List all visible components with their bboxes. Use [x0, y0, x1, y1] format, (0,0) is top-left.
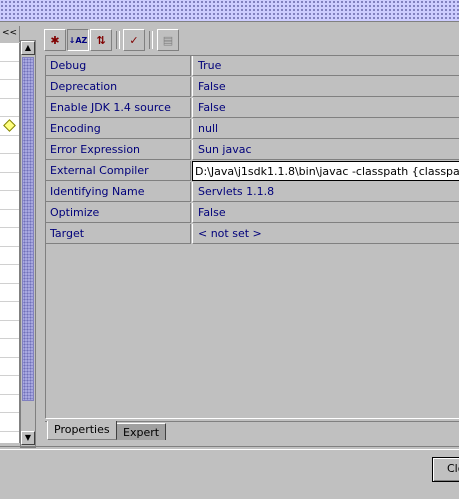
tab-expert[interactable]: Expert — [117, 423, 167, 440]
tree-row[interactable] — [0, 80, 19, 99]
customize-button[interactable]: ▤ — [157, 29, 179, 51]
external-compiler-input[interactable]: D:\Java\j1sdk1.1.8\bin\javac -classpath … — [192, 161, 459, 181]
property-row[interactable]: Deprecation False — [46, 77, 459, 98]
tree-row[interactable] — [0, 99, 19, 117]
property-name: Identifying Name — [46, 182, 191, 202]
property-row[interactable]: Encoding null — [46, 119, 459, 140]
tree-row[interactable] — [0, 154, 19, 173]
property-row[interactable]: Debug True — [46, 56, 459, 77]
tree-row[interactable] — [0, 302, 19, 321]
property-name: Encoding — [46, 119, 191, 139]
property-row[interactable]: Target < not set > — [46, 224, 459, 245]
customize-icon: ▤ — [162, 33, 174, 47]
property-value[interactable]: Servlets 1.1.8 — [192, 182, 459, 202]
sort-by-name-button[interactable]: ↓AZ — [67, 29, 89, 51]
show-editable-icon: ✓ — [129, 33, 139, 47]
unsorted-icon: ✱ — [50, 33, 60, 47]
left-tree-rows — [0, 43, 20, 450]
collapse-button[interactable]: << — [0, 26, 20, 42]
property-toolbar: ✱ ↓AZ ⇅ ✓ ▤ — [42, 28, 459, 54]
tree-row[interactable] — [0, 265, 19, 284]
tab-strip: Properties Expert — [45, 421, 459, 443]
tree-row[interactable] — [0, 210, 19, 228]
sheet-bottom-edge — [46, 418, 459, 419]
scroll-down-button[interactable]: ▼ — [21, 431, 35, 445]
property-row[interactable]: Identifying Name Servlets 1.1.8 — [46, 182, 459, 203]
tree-row[interactable] — [0, 173, 19, 191]
scroll-thumb[interactable] — [22, 57, 34, 401]
property-value[interactable]: False — [192, 77, 459, 97]
property-name: Target — [46, 224, 191, 244]
show-editable-button[interactable]: ✓ — [123, 29, 145, 51]
tab-properties[interactable]: Properties — [47, 421, 117, 440]
tree-row[interactable] — [0, 395, 19, 413]
tree-row[interactable] — [0, 376, 19, 395]
tree-row[interactable] — [0, 247, 19, 265]
property-name: Enable JDK 1.4 source — [46, 98, 191, 118]
sort-by-type-button[interactable]: ⇅ — [90, 29, 112, 51]
vertical-scrollbar[interactable]: ▲ ▼ — [20, 40, 36, 448]
tree-row[interactable] — [0, 136, 19, 154]
node-diamond-icon — [3, 119, 16, 132]
property-name: Deprecation — [46, 77, 191, 97]
property-value[interactable]: False — [192, 203, 459, 223]
property-value[interactable]: null — [192, 119, 459, 139]
property-row[interactable]: Optimize False — [46, 203, 459, 224]
tree-row[interactable] — [0, 117, 19, 136]
toolbar-separator — [149, 31, 153, 49]
property-value[interactable]: < not set > — [192, 224, 459, 244]
property-name: Debug — [46, 56, 191, 76]
property-name: Optimize — [46, 203, 191, 223]
property-row[interactable]: Error Expression Sun javac — [46, 140, 459, 161]
title-bar — [0, 0, 459, 22]
tree-row[interactable] — [0, 191, 19, 210]
property-value[interactable]: False — [192, 98, 459, 118]
bottom-separator — [0, 446, 459, 450]
sort-by-type-icon: ⇅ — [96, 33, 106, 47]
property-name: Error Expression — [46, 140, 191, 160]
property-row[interactable]: Enable JDK 1.4 source False — [46, 98, 459, 119]
tree-row[interactable] — [0, 284, 19, 302]
tree-row[interactable] — [0, 413, 19, 432]
property-value[interactable]: True — [192, 56, 459, 76]
property-value[interactable]: Sun javac — [192, 140, 459, 160]
tree-row[interactable] — [0, 62, 19, 80]
tree-row[interactable] — [0, 228, 19, 247]
tree-row[interactable] — [0, 43, 19, 62]
property-row[interactable]: External Compiler D:\Java\j1sdk1.1.8\bin… — [46, 161, 459, 182]
close-button[interactable]: Clo — [432, 457, 459, 482]
left-tree-panel: << ▲ ▼ — [0, 26, 42, 450]
scroll-up-button[interactable]: ▲ — [21, 41, 35, 55]
tree-row[interactable] — [0, 339, 19, 358]
property-name: External Compiler — [46, 161, 191, 181]
sort-by-name-icon: ↓AZ — [68, 35, 88, 45]
tree-row[interactable] — [0, 321, 19, 339]
unsorted-button[interactable]: ✱ — [44, 29, 66, 51]
tree-row[interactable] — [0, 358, 19, 376]
toolbar-separator — [116, 31, 120, 49]
property-sheet: Debug True Deprecation False Enable JDK … — [45, 55, 459, 419]
